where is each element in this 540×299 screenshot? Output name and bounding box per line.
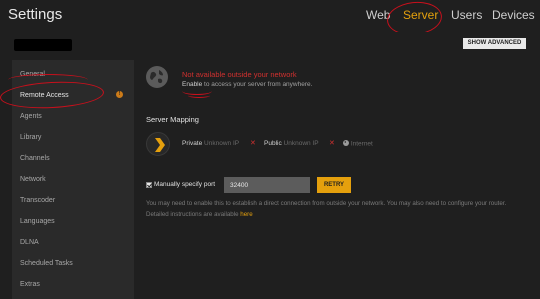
public-mapping: Public Unknown IP bbox=[264, 140, 319, 147]
sidebar-item-extras[interactable]: Extras bbox=[20, 281, 40, 288]
public-x-icon: ✕ bbox=[329, 140, 335, 147]
help-text: You may need to enable this to establish… bbox=[146, 198, 526, 220]
show-advanced-button[interactable]: SHOW ADVANCED bbox=[463, 38, 526, 49]
port-input[interactable] bbox=[224, 177, 310, 193]
internet-mapping: Internet bbox=[343, 140, 373, 148]
sidebar-item-agents[interactable]: Agents bbox=[20, 113, 42, 120]
top-bar: Settings Web Server Users Devices bbox=[0, 0, 540, 32]
warning-icon: ! bbox=[116, 91, 123, 98]
remote-status-rest: to access your server from anywhere. bbox=[202, 81, 313, 88]
tab-users[interactable]: Users bbox=[451, 8, 482, 22]
private-label: Private bbox=[182, 140, 203, 147]
public-value: Unknown IP bbox=[283, 140, 319, 147]
server-mapping-title: Server Mapping bbox=[146, 115, 199, 124]
retry-button[interactable]: RETRY bbox=[317, 177, 351, 193]
private-value: Unknown IP bbox=[204, 140, 240, 147]
manual-port-checkbox[interactable] bbox=[146, 182, 152, 188]
page-title: Settings bbox=[8, 6, 63, 23]
remote-status-title: Not available outside your network bbox=[182, 70, 297, 79]
annotation-underline-enable-2 bbox=[188, 93, 210, 98]
sidebar-item-scheduled-tasks[interactable]: Scheduled Tasks bbox=[20, 260, 73, 267]
sidebar-item-network[interactable]: Network bbox=[20, 176, 46, 183]
internet-label: Internet bbox=[350, 140, 373, 148]
private-x-icon: ✕ bbox=[250, 140, 256, 147]
public-label: Public bbox=[264, 140, 282, 147]
sidebar-item-channels[interactable]: Channels bbox=[20, 155, 50, 162]
sidebar-item-dlna[interactable]: DLNA bbox=[20, 239, 39, 246]
sidebar-item-library[interactable]: Library bbox=[20, 134, 41, 141]
sidebar-item-transcoder[interactable]: Transcoder bbox=[20, 197, 55, 204]
manual-port-label[interactable]: Manually specify port bbox=[154, 181, 215, 188]
sidebar-item-languages[interactable]: Languages bbox=[20, 218, 55, 225]
help-body: You may need to enable this to establish… bbox=[146, 200, 507, 218]
private-mapping: Private Unknown IP bbox=[182, 140, 239, 147]
globe-icon bbox=[146, 66, 168, 88]
server-name-redacted bbox=[14, 39, 72, 51]
help-link[interactable]: here bbox=[240, 211, 252, 218]
plex-logo-icon bbox=[146, 132, 170, 156]
internet-globe-icon bbox=[343, 140, 349, 146]
tab-devices[interactable]: Devices bbox=[492, 8, 535, 22]
sub-header bbox=[0, 32, 540, 56]
